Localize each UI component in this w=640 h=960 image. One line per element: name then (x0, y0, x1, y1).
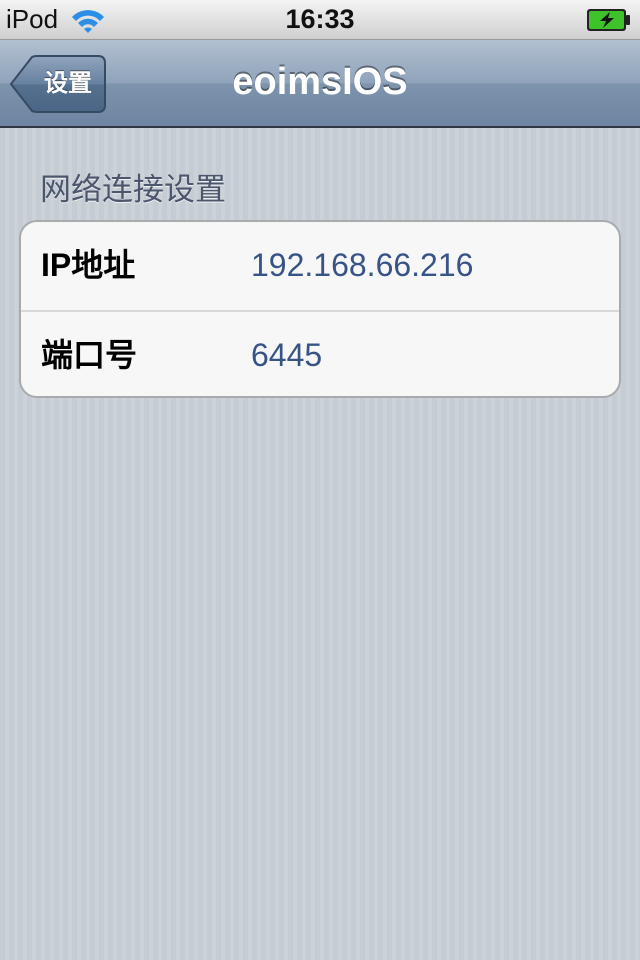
battery-charging-icon (587, 9, 630, 31)
section-header: 网络连接设置 (40, 172, 226, 207)
port-value: 6445 (251, 337, 323, 373)
ip-address-value: 192.168.66.216 (251, 247, 474, 283)
page-title: eoimsIOS (232, 61, 408, 103)
back-button-label: 设置 (44, 70, 92, 97)
table-row-ip-address[interactable]: IP地址 192.168.66.216 (21, 222, 619, 312)
settings-table: IP地址 192.168.66.216 端口号 6445 (19, 220, 621, 398)
status-time: 16:33 (285, 4, 355, 34)
ip-address-label: IP地址 (41, 247, 136, 283)
table-row-port[interactable]: 端口号 6445 (21, 312, 619, 396)
back-button[interactable]: 设置 (10, 55, 106, 113)
navigation-bar: 设置 eoimsIOS (0, 40, 640, 128)
port-label: 端口号 (41, 337, 138, 373)
status-bar: iPod 16:33 (0, 0, 640, 40)
